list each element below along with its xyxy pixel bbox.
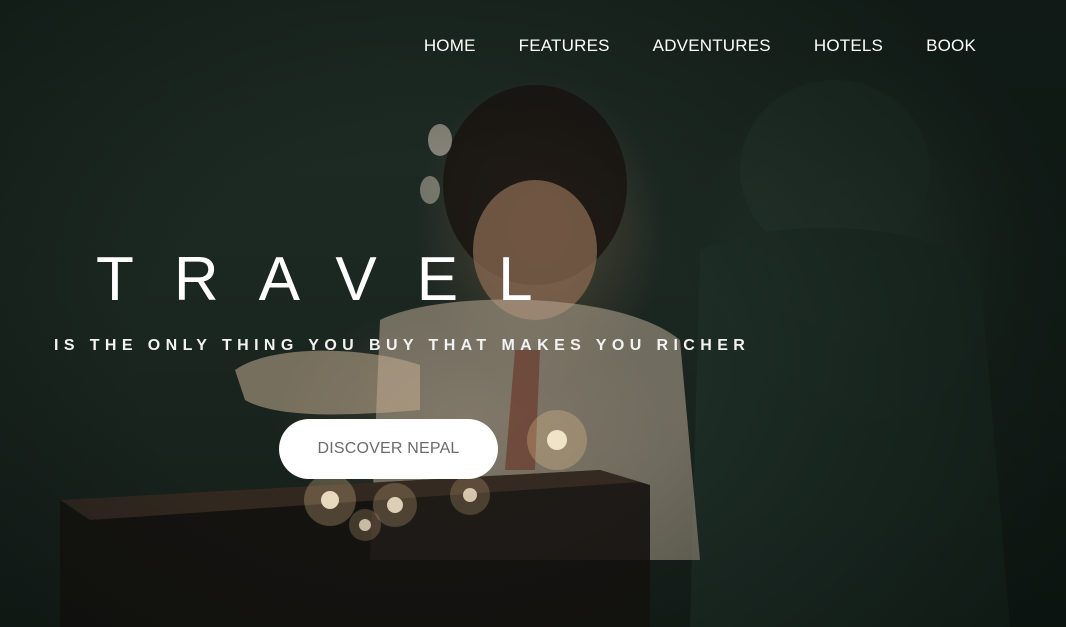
nav-home-link[interactable]: HOME [424,36,476,56]
nav-features-link[interactable]: FEATURES [519,36,610,56]
main-navigation: HOME FEATURES ADVENTURES HOTELS BOOK [424,36,976,56]
hero-title: TRAVEL [96,245,573,314]
hero-section: HOME FEATURES ADVENTURES HOTELS BOOK TRA… [0,0,1066,627]
discover-nepal-button[interactable]: DISCOVER NEPAL [279,419,498,479]
nav-hotels-link[interactable]: HOTELS [814,36,883,56]
nav-adventures-link[interactable]: ADVENTURES [653,36,771,56]
hero-tagline: IS THE ONLY THING YOU BUY THAT MAKES YOU… [54,337,751,354]
nav-book-link[interactable]: BOOK [926,36,976,56]
